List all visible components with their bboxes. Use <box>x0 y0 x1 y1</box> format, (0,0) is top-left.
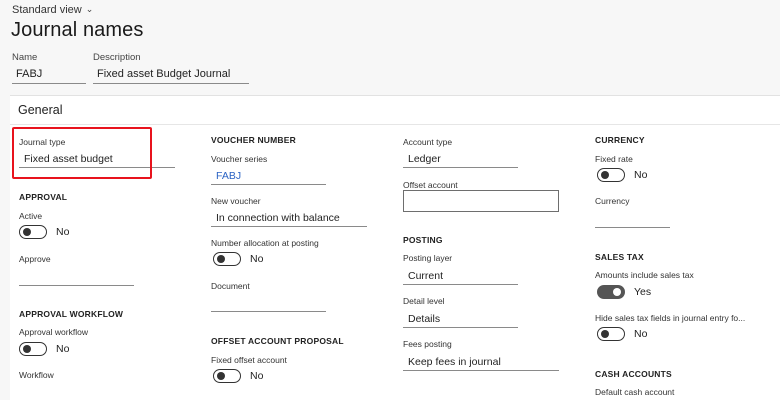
workflow-label: Workflow <box>19 370 54 380</box>
detail-level-field[interactable]: Details <box>403 310 518 328</box>
fixed-rate-label: Fixed rate <box>595 154 633 164</box>
toggle-switch-icon <box>597 285 625 299</box>
new-voucher-field[interactable]: In connection with balance <box>211 209 367 227</box>
toggle-switch-icon <box>19 342 47 356</box>
view-selector[interactable]: Standard view ⌄ <box>12 3 94 17</box>
name-field[interactable]: FABJ <box>12 64 86 84</box>
approval-workflow-state: No <box>56 343 70 355</box>
fees-posting-label: Fees posting <box>403 339 452 349</box>
general-section-title[interactable]: General <box>18 103 62 117</box>
account-type-label: Account type <box>403 137 453 147</box>
voucher-series-link[interactable]: FABJ <box>211 167 326 185</box>
description-label: Description <box>93 52 141 63</box>
fixed-offset-label: Fixed offset account <box>211 355 287 365</box>
currency-header: CURRENCY <box>595 135 645 145</box>
toggle-switch-icon <box>597 327 625 341</box>
description-field[interactable]: Fixed asset Budget Journal <box>93 64 249 84</box>
fees-posting-field[interactable]: Keep fees in journal <box>403 353 559 371</box>
active-label: Active <box>19 211 43 221</box>
fixed-offset-toggle[interactable]: No <box>213 368 263 384</box>
hide-sales-tax-fields-toggle[interactable]: No <box>597 326 647 342</box>
posting-header: POSTING <box>403 235 443 245</box>
offset-account-input[interactable] <box>403 190 559 212</box>
page-title: Journal names <box>11 19 144 41</box>
offset-account-label: Offset account <box>403 180 458 190</box>
currency-label: Currency <box>595 196 630 206</box>
new-voucher-label: New voucher <box>211 196 261 206</box>
hide-sales-tax-fields-state: No <box>634 328 648 340</box>
default-cash-account-label: Default cash account <box>595 387 675 397</box>
detail-level-label: Detail level <box>403 296 445 306</box>
highlight-box <box>12 127 152 179</box>
chevron-down-icon: ⌄ <box>85 3 94 14</box>
section-divider <box>10 124 780 125</box>
voucher-series-label: Voucher series <box>211 154 268 164</box>
toggle-switch-icon <box>213 252 241 266</box>
view-selector-label: Standard view <box>12 4 82 16</box>
cash-accounts-header: CASH ACCOUNTS <box>595 369 672 379</box>
approval-header: APPROVAL <box>19 192 68 202</box>
amounts-include-tax-state: Yes <box>634 286 652 298</box>
document-label: Document <box>211 281 250 291</box>
approval-workflow-header: APPROVAL WORKFLOW <box>19 309 124 319</box>
number-allocation-toggle[interactable]: No <box>213 251 263 267</box>
approval-workflow-label: Approval workflow <box>19 327 88 337</box>
number-allocation-label: Number allocation at posting <box>211 238 319 248</box>
active-toggle[interactable]: No <box>19 224 69 240</box>
name-label: Name <box>12 52 38 63</box>
approval-workflow-toggle[interactable]: No <box>19 341 69 357</box>
offset-account-proposal-header: OFFSET ACCOUNT PROPOSAL <box>211 336 344 346</box>
posting-layer-field[interactable]: Current <box>403 267 518 285</box>
document-field[interactable] <box>211 294 326 312</box>
toggle-switch-icon <box>213 369 241 383</box>
number-allocation-state: No <box>250 253 264 265</box>
toggle-switch-icon <box>597 168 625 182</box>
approve-label: Approve <box>19 254 51 264</box>
posting-layer-label: Posting layer <box>403 253 453 263</box>
approve-field[interactable] <box>19 268 134 286</box>
currency-field[interactable] <box>595 210 670 228</box>
account-type-field[interactable]: Ledger <box>403 150 518 168</box>
sales-tax-header: SALES TAX <box>595 252 644 262</box>
fixed-rate-toggle[interactable]: No <box>597 167 647 183</box>
fixed-offset-state: No <box>250 370 264 382</box>
amounts-include-tax-label: Amounts include sales tax <box>595 270 694 280</box>
toggle-switch-icon <box>19 225 47 239</box>
active-state: No <box>56 226 70 238</box>
voucher-number-header: VOUCHER NUMBER <box>211 135 296 145</box>
hide-sales-tax-fields-label: Hide sales tax fields in journal entry f… <box>595 313 746 323</box>
fixed-rate-state: No <box>634 169 648 181</box>
amounts-include-tax-toggle[interactable]: Yes <box>597 284 651 300</box>
